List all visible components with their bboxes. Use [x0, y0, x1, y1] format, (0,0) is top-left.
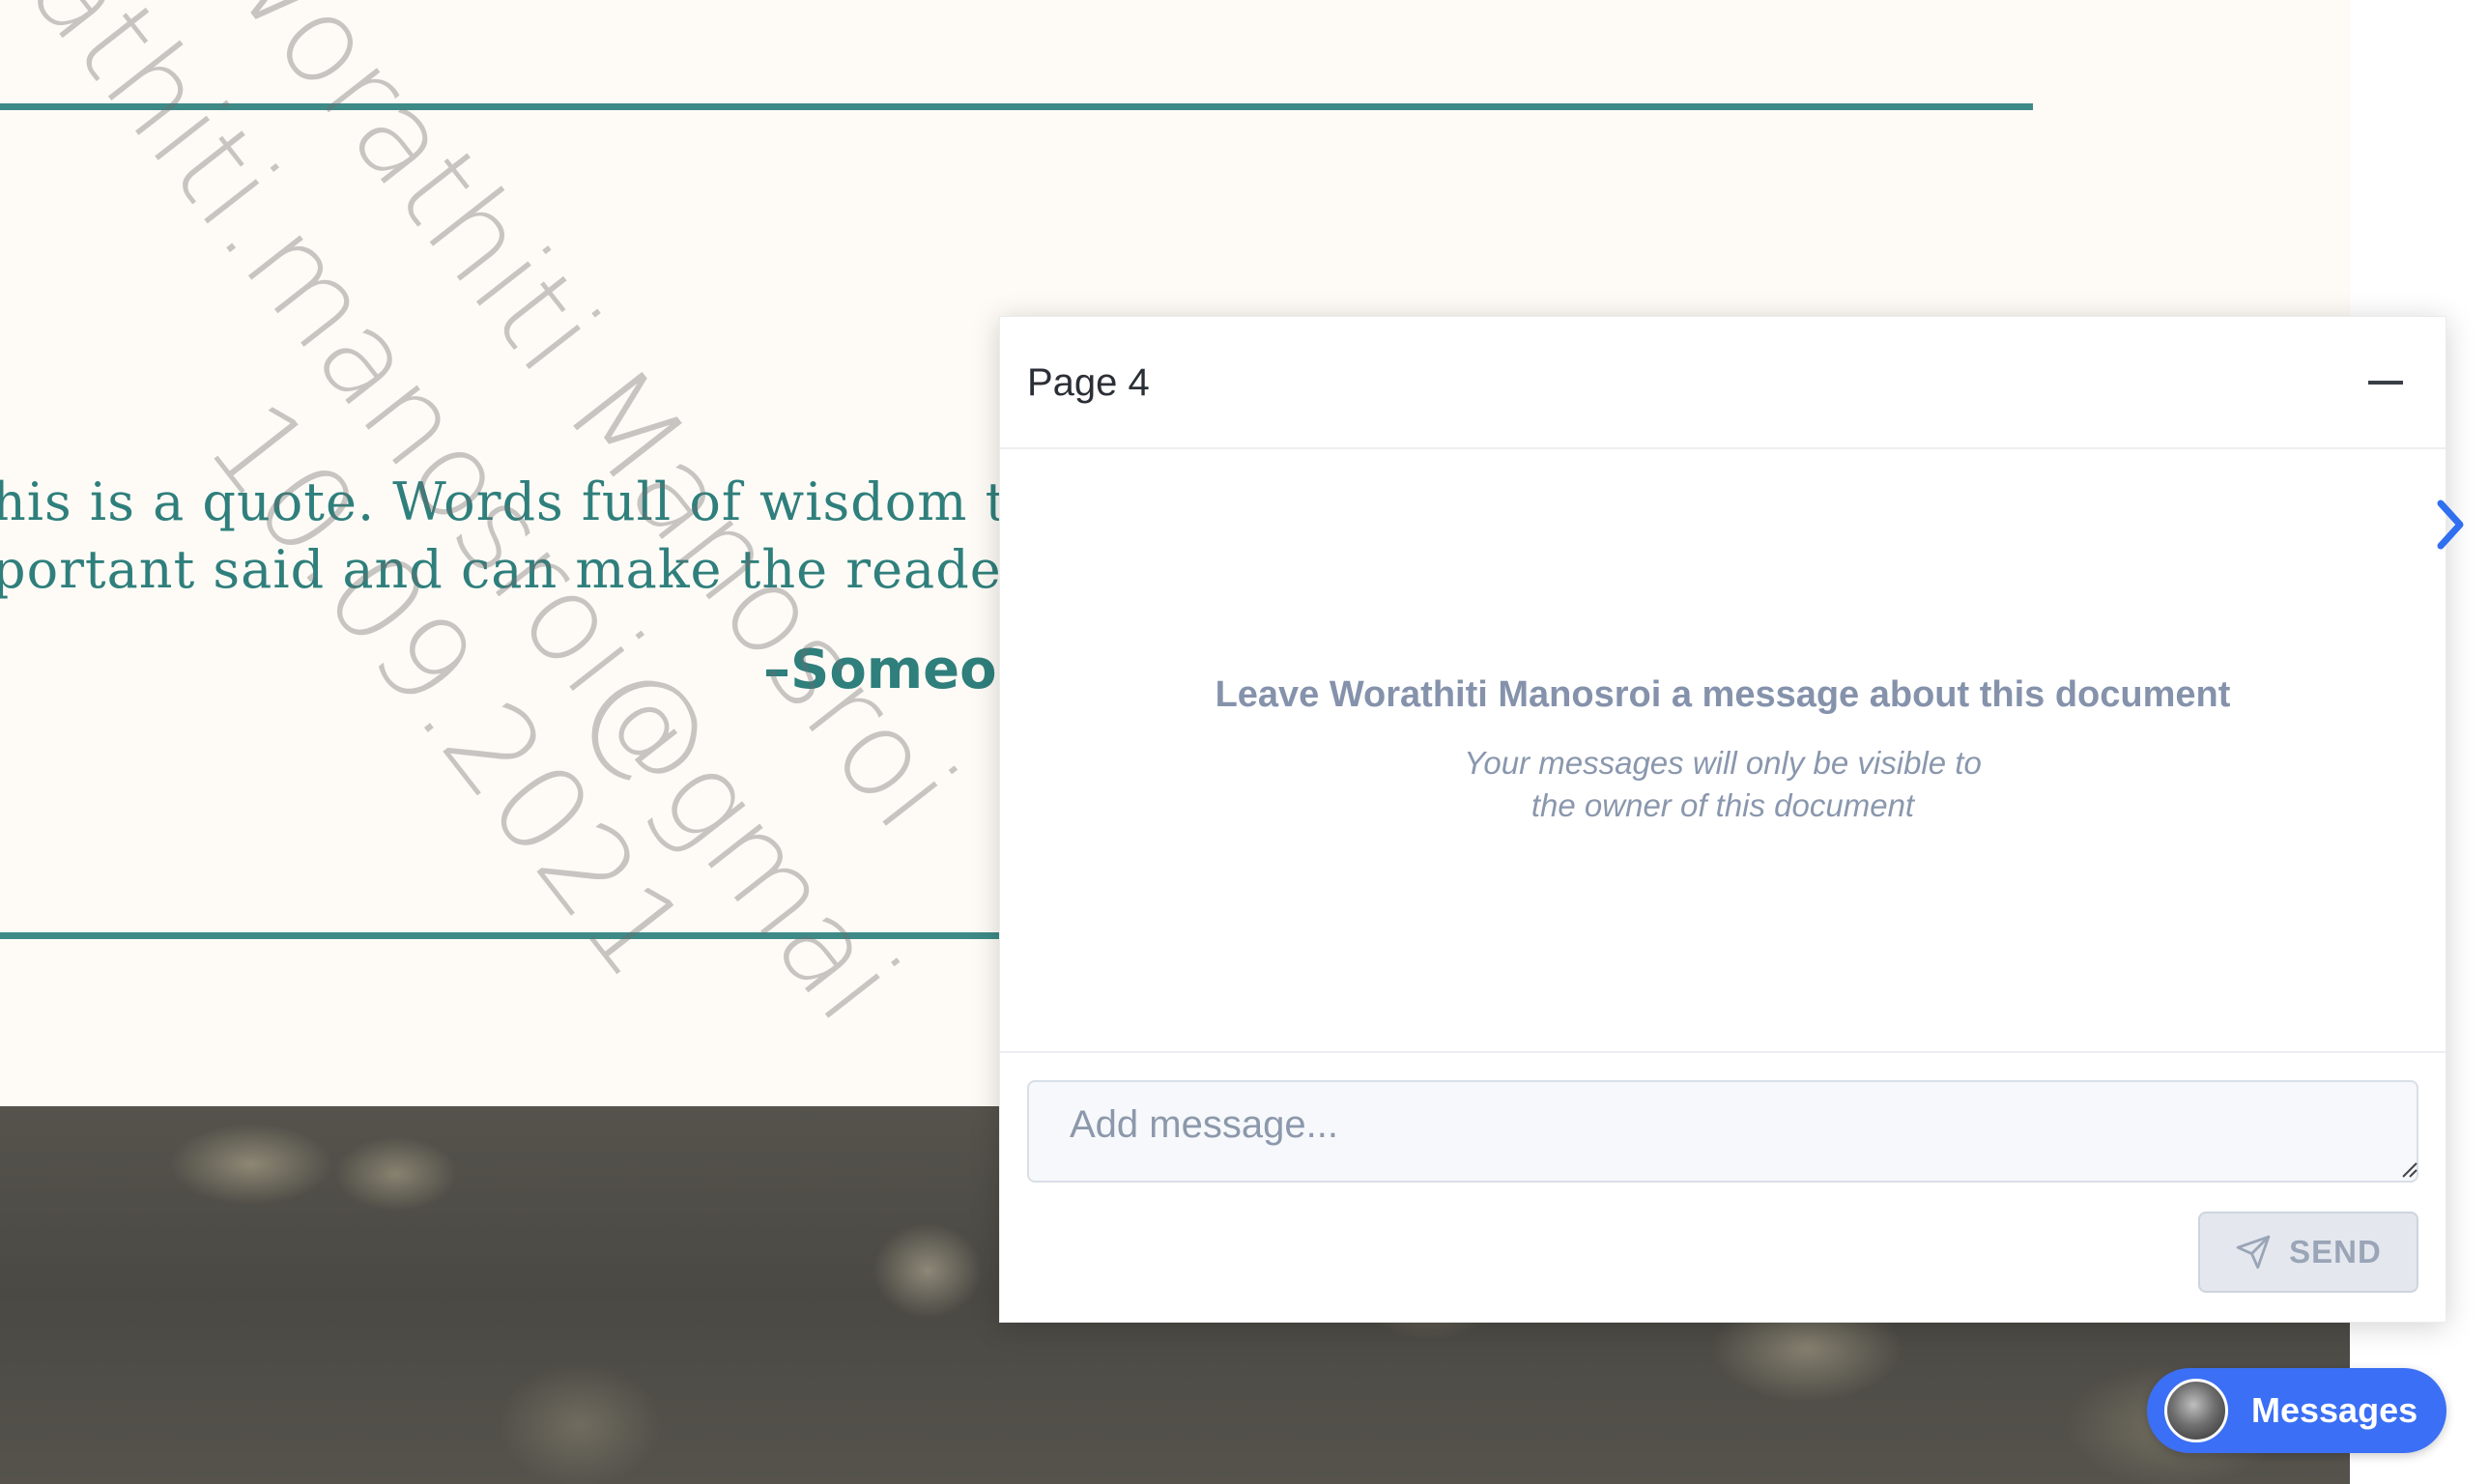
watermark-name: Worathiti Manosroi [180, 0, 982, 856]
empty-state-subtitle-line: Your messages will only be visible to [1464, 745, 1982, 781]
message-input[interactable] [1027, 1080, 2418, 1183]
empty-state-subtitle-line: the owner of this document [1531, 787, 1915, 823]
quote-text: his is a quote. Words full of wisdom tha… [0, 469, 1111, 604]
divider-rule [0, 103, 2033, 110]
message-panel: Page 4 Leave Worathiti Manosroi a messag… [999, 316, 2446, 1323]
empty-state-subtitle: Your messages will only be visible to th… [1000, 742, 2446, 827]
quote-line: portant said and can make the reader ge [0, 539, 1112, 600]
minus-icon [2368, 381, 2403, 385]
messages-label: Messages [2251, 1390, 2418, 1430]
paper-plane-icon [2236, 1235, 2271, 1270]
quote-attribution: –Someor [763, 639, 1024, 701]
send-label: SEND [2289, 1234, 2382, 1270]
avatar [2164, 1379, 2228, 1442]
panel-divider [1000, 1051, 2446, 1053]
chevron-right-icon[interactable] [2433, 498, 2468, 552]
divider-rule [0, 932, 1005, 939]
empty-state-title: Leave Worathiti Manosroi a message about… [1215, 674, 2231, 715]
send-button[interactable]: SEND [2198, 1212, 2418, 1293]
panel-title: Page 4 [1027, 361, 1150, 404]
minimize-button[interactable] [2364, 363, 2407, 402]
quote-line: his is a quote. Words full of wisdom tha… [0, 471, 1097, 532]
panel-header: Page 4 [1000, 317, 2446, 449]
messages-button[interactable]: Messages [2147, 1368, 2446, 1453]
resize-grip-icon[interactable] [2399, 1159, 2418, 1179]
